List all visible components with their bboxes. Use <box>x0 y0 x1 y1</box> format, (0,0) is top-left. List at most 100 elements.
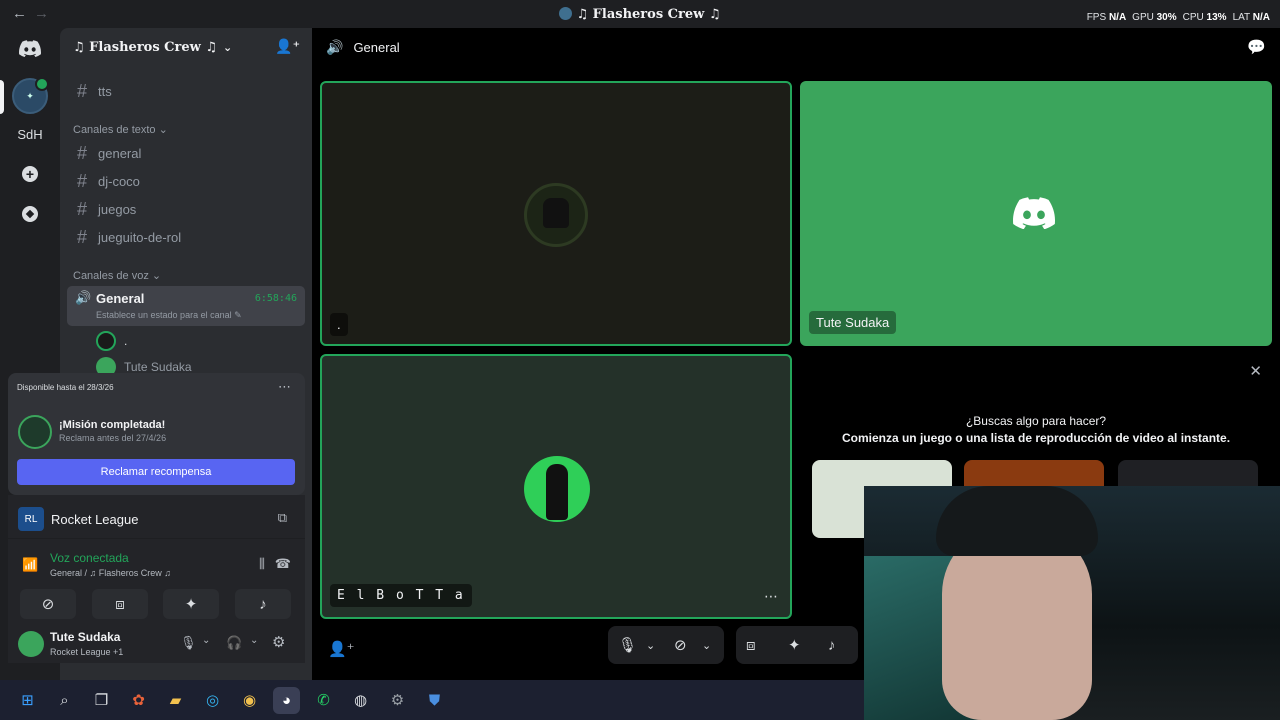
quest-card: Disponible hasta el 28/3/26 ⋯ ¡Misión co… <box>8 373 305 495</box>
avatar <box>524 183 588 247</box>
voice-status[interactable]: Voz conectada <box>50 551 129 565</box>
share-controls: ⧈ ✦ ♪ <box>736 626 858 664</box>
windows-taskbar: ⊞ ⌕ ❐ ✿ ▰ ◎ ◉ ◕ ✆ ◍ ⚙ ⛊ <box>0 680 864 720</box>
server-flasheros-crew[interactable]: ✦ <box>12 77 49 114</box>
chevron-down-icon[interactable]: ⌄ <box>646 627 655 663</box>
webcam-hair <box>936 486 1098 556</box>
voice-channel-general[interactable]: 🔊 General 6:58:46 Establece un estado pa… <box>67 286 305 326</box>
noise-suppression-icon[interactable]: ⫼ <box>259 556 265 572</box>
member-name: . <box>124 334 128 348</box>
voice-channel-name: General <box>96 291 145 306</box>
edge-browser-icon[interactable]: ◎ <box>199 687 226 714</box>
activity-row[interactable]: RL Rocket League ⧉ <box>8 499 305 539</box>
avatar <box>96 331 116 351</box>
soundboard-icon[interactable]: ♪ <box>828 627 836 663</box>
discord-taskbar-icon[interactable]: ◕ <box>273 686 300 714</box>
server-avatar-icon: ✦ <box>26 90 34 101</box>
camera-off-button[interactable]: ⊘ <box>20 589 76 619</box>
invite-to-voice-icon[interactable]: 👤⁺ <box>328 640 355 658</box>
chevron-down-icon[interactable]: ⌄ <box>250 635 258 646</box>
camera-off-icon[interactable]: ⊘ <box>674 627 687 663</box>
chat-bubble-icon[interactable]: 💬 <box>1247 38 1266 56</box>
discover-button[interactable] <box>12 196 48 232</box>
channel-header: 🔊 General 💬 <box>312 28 1280 66</box>
category-text-channels[interactable]: Canales de texto ⌄ <box>73 123 168 136</box>
rocket-league-icon[interactable]: ⛊ <box>421 687 448 714</box>
hash-icon: # <box>76 170 87 191</box>
add-server-button[interactable]: + <box>12 156 48 192</box>
color-app-icon[interactable]: ✿ <box>125 687 152 714</box>
avatar <box>524 456 590 522</box>
channel-dj-coco[interactable]: # dj-coco <box>68 168 304 194</box>
whatsapp-icon[interactable]: ✆ <box>310 687 337 714</box>
share-screen-button[interactable]: ⧈ <box>92 589 148 619</box>
screen-share-icon: ⧈ <box>115 595 125 613</box>
user-activity: Rocket League +1 <box>50 647 124 657</box>
microphone-icon[interactable]: 🎙 <box>618 627 637 663</box>
disconnect-icon[interactable]: ☎ <box>275 556 291 572</box>
close-icon[interactable]: ✕ <box>1249 362 1262 380</box>
prompt-title: ¿Buscas algo para hacer? <box>965 414 1107 428</box>
quest-title: ¡Misión completada! <box>59 419 166 431</box>
username[interactable]: Tute Sudaka <box>50 630 120 644</box>
hash-icon: # <box>76 198 87 219</box>
server-sdh-label: SdH <box>17 126 43 142</box>
quest-subtitle: Reclama antes del 27/4/26 <box>59 433 167 443</box>
chevron-down-icon[interactable]: ⌄ <box>202 635 210 646</box>
channel-label: jueguito-de-rol <box>98 229 182 245</box>
discord-logo-icon <box>1013 197 1056 234</box>
claim-reward-button[interactable]: Reclamar recompensa <box>17 459 295 485</box>
more-options-icon[interactable]: ⋯ <box>764 588 778 605</box>
channel-jueguito-de-rol[interactable]: # jueguito-de-rol <box>68 224 304 250</box>
settings-gear-icon[interactable]: ⚙ <box>384 687 411 714</box>
hash-icon: # <box>76 142 87 163</box>
screen-share-icon[interactable]: ⧈ <box>746 627 756 663</box>
discord-home-icon[interactable] <box>12 30 48 66</box>
avatar[interactable] <box>18 631 44 657</box>
voice-location[interactable]: General / ♫ Flasheros Crew ♫ <box>50 568 171 578</box>
server-header[interactable]: ♫ Flasheros Crew ♫ ⌄ 👤⁺ <box>60 28 312 66</box>
soundboard-button[interactable]: ♪ <box>235 589 291 619</box>
obs-icon[interactable]: ◍ <box>347 687 374 714</box>
chevron-down-icon: ⌄ <box>158 124 168 136</box>
settings-gear-icon[interactable]: ⚙ <box>272 633 285 651</box>
stream-game-icon[interactable]: ⧉ <box>278 510 287 526</box>
camera-off-icon: ⊘ <box>41 596 55 613</box>
activities-button[interactable]: ✦ <box>163 589 219 619</box>
category-voice-channels[interactable]: Canales de voz ⌄ <box>73 269 161 282</box>
rocket-league-icon: RL <box>18 507 44 531</box>
channel-label: dj-coco <box>98 173 140 189</box>
headset-icon[interactable]: 🎧 <box>226 635 242 651</box>
microphone-icon[interactable]: 🎙 <box>180 635 197 651</box>
chevron-down-icon[interactable]: ⌄ <box>702 627 711 663</box>
activities-icon[interactable]: ✦ <box>788 627 801 663</box>
participant-tile-elbotta[interactable]: E l B o T T a ⋯ <box>320 354 792 619</box>
voice-member-dot[interactable]: . <box>96 331 127 351</box>
channel-status-input[interactable]: Establece un estado para el canal ✎ <box>96 310 242 321</box>
user-info: Tute Sudaka Rocket League +1 🎙 ⌄ 🎧 ⌄ ⚙ <box>8 627 305 663</box>
invite-people-icon[interactable]: 👤⁺ <box>275 39 300 55</box>
activity-game-name: Rocket League <box>51 512 139 527</box>
channel-general[interactable]: # general <box>68 140 304 166</box>
mic-camera-controls: 🎙 ⌄ ⊘ ⌄ <box>608 626 724 664</box>
task-view-icon[interactable]: ❐ <box>88 687 115 714</box>
channel-juegos[interactable]: # juegos <box>68 196 304 222</box>
participant-name: . <box>330 313 348 336</box>
activities-icon: ✦ <box>184 596 198 613</box>
participant-tile-tute[interactable]: Tute Sudaka <box>800 81 1272 346</box>
chrome-browser-icon[interactable]: ◉ <box>236 687 263 714</box>
chevron-down-icon: ⌄ <box>223 40 233 54</box>
server-sdh[interactable]: SdH <box>12 116 48 152</box>
server-name: ♫ Flasheros Crew ♫ <box>73 39 218 55</box>
hash-icon: # <box>76 226 87 247</box>
file-explorer-icon[interactable]: ▰ <box>162 687 189 714</box>
participant-tile-dot[interactable]: . <box>320 81 792 346</box>
search-icon[interactable]: ⌕ <box>51 687 78 714</box>
participant-name: Tute Sudaka <box>809 311 897 334</box>
member-name: Tute Sudaka <box>124 360 192 374</box>
pencil-icon: ✎ <box>234 310 242 320</box>
voice-active-badge <box>35 77 49 91</box>
more-options-icon[interactable]: ⋯ <box>278 379 291 395</box>
channel-tts[interactable]: # tts <box>68 78 304 104</box>
windows-start-icon[interactable]: ⊞ <box>14 687 41 714</box>
